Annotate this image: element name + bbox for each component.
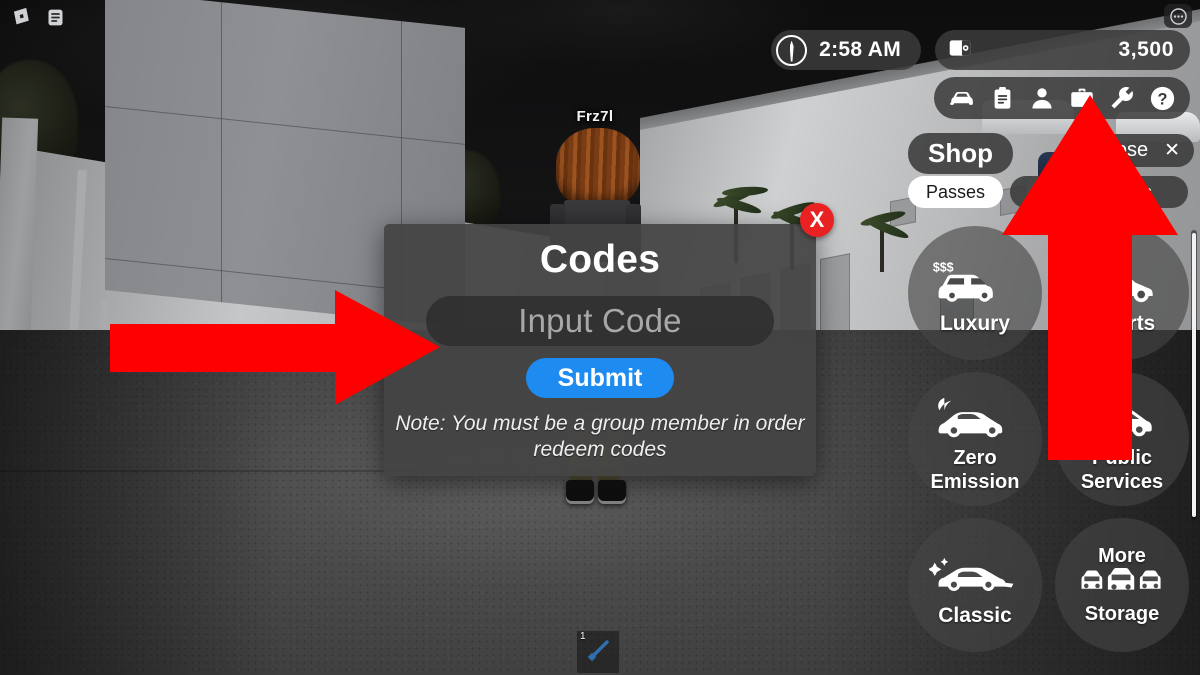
codes-note: Note: You must be a group member in orde… — [395, 412, 805, 461]
classic-car-icon — [929, 543, 1021, 601]
streetlamp — [58, 255, 61, 295]
streetlamp — [252, 250, 255, 292]
chat-icon[interactable] — [42, 4, 68, 30]
hud-tab-question-mark-icon[interactable]: ? — [1145, 81, 1179, 115]
three-cars-icon — [1079, 566, 1165, 600]
cash-amount: 3,500 — [1118, 38, 1174, 61]
category-label: Luxury — [939, 312, 1010, 336]
compass-needle-icon — [776, 34, 808, 66]
hud-tab-briefcase-icon[interactable] — [1065, 81, 1099, 115]
category-label: Classic — [938, 604, 1012, 628]
bush — [18, 300, 138, 370]
category-sports[interactable]: Sports — [1055, 226, 1189, 360]
code-input-field[interactable]: Input Code — [426, 296, 774, 346]
category-label-line2: Storage — [1084, 603, 1160, 625]
game-screenshot: Frz7l 2:58 AM 3,500 ? Shop Close ✕ Passe… — [0, 0, 1200, 675]
category-label-line2: Emission — [930, 471, 1020, 493]
category-label: Public — [1091, 446, 1152, 469]
avatar-shoe — [598, 480, 626, 504]
hotbar-slot-number: 1 — [580, 631, 586, 642]
road-marking — [0, 271, 430, 291]
more-options-icon[interactable] — [1164, 4, 1192, 28]
ground-shadow — [0, 330, 280, 675]
category-zero-emission[interactable]: Zero Emission — [908, 372, 1042, 506]
category-luxury[interactable]: $$$ Luxury — [908, 226, 1042, 360]
clock-time: 2:58 AM — [819, 38, 901, 61]
tree — [0, 60, 78, 190]
shop-close-button[interactable]: Close ✕ — [1078, 134, 1194, 167]
svg-text:$$$: $$$ — [933, 261, 954, 275]
shop-tab-bar: Passes Game Codes — [900, 176, 1200, 216]
police-car-icon — [1076, 386, 1168, 444]
submit-code-button[interactable]: Submit — [526, 358, 674, 398]
pillar — [845, 330, 865, 560]
wallet-icon — [947, 35, 973, 66]
codes-dialog: Codes Input Code Submit Note: You must b… — [384, 224, 816, 476]
avatar-shoe — [566, 480, 594, 504]
road — [0, 279, 441, 342]
hud-tab-bar: ? — [934, 77, 1190, 119]
roblox-top-left-chrome — [8, 4, 68, 30]
pillar-post — [94, 299, 109, 481]
category-public-services[interactable]: Public Services — [1055, 372, 1189, 506]
codes-dialog-close-button[interactable]: X — [800, 203, 834, 237]
shop-header: Shop Close ✕ — [900, 130, 1200, 178]
shop-category-grid: $$$ Luxury Sports Zero Emission Public S… — [900, 226, 1200, 652]
pillar-post — [62, 169, 87, 471]
player-nametag: Frz7l — [576, 108, 614, 125]
luxury-suv-icon: $$$ — [929, 251, 1021, 309]
tab-game-codes[interactable]: Game Codes — [1010, 176, 1188, 208]
shop-panel: Shop Close ✕ Passes Game Codes $$$ Luxur… — [900, 130, 1200, 675]
category-label-line2: Services — [1080, 471, 1164, 493]
hud-tab-person-icon[interactable] — [1025, 81, 1059, 115]
category-classic[interactable]: Classic — [908, 518, 1042, 652]
eco-car-icon — [929, 386, 1021, 444]
hud-tab-car-icon[interactable] — [945, 81, 979, 115]
category-label: More — [1098, 544, 1146, 567]
category-more-storage[interactable]: More Storage — [1055, 518, 1189, 652]
shop-title: Shop — [908, 133, 1013, 174]
clock-widget: 2:58 AM — [771, 30, 921, 70]
hud-tab-wrench-icon[interactable] — [1105, 81, 1139, 115]
category-label: Sports — [1088, 312, 1156, 336]
sports-car-icon — [1076, 251, 1168, 309]
codes-dialog-title: Codes — [539, 238, 661, 281]
category-label: Zero — [953, 446, 997, 469]
cash-widget: 3,500 — [935, 30, 1190, 70]
svg-text:?: ? — [1157, 90, 1167, 108]
shop-scrollbar-thumb[interactable] — [1192, 233, 1196, 517]
roblox-logo-icon[interactable] — [8, 4, 34, 30]
close-icon[interactable]: ✕ — [1164, 139, 1180, 162]
streetlamp — [362, 248, 365, 288]
inventory-hotbar-slot[interactable]: 1 — [576, 630, 620, 674]
pillar — [0, 117, 39, 589]
game-hud: 2:58 AM 3,500 ? — [770, 30, 1190, 119]
hud-tab-clipboard-icon[interactable] — [985, 81, 1019, 115]
tab-passes[interactable]: Passes — [908, 176, 1004, 208]
shop-close-label: Close — [1096, 139, 1149, 161]
avatar-hair — [556, 128, 640, 206]
code-input-placeholder: Input Code — [518, 302, 682, 339]
shop-scrollbar[interactable] — [1191, 230, 1197, 520]
